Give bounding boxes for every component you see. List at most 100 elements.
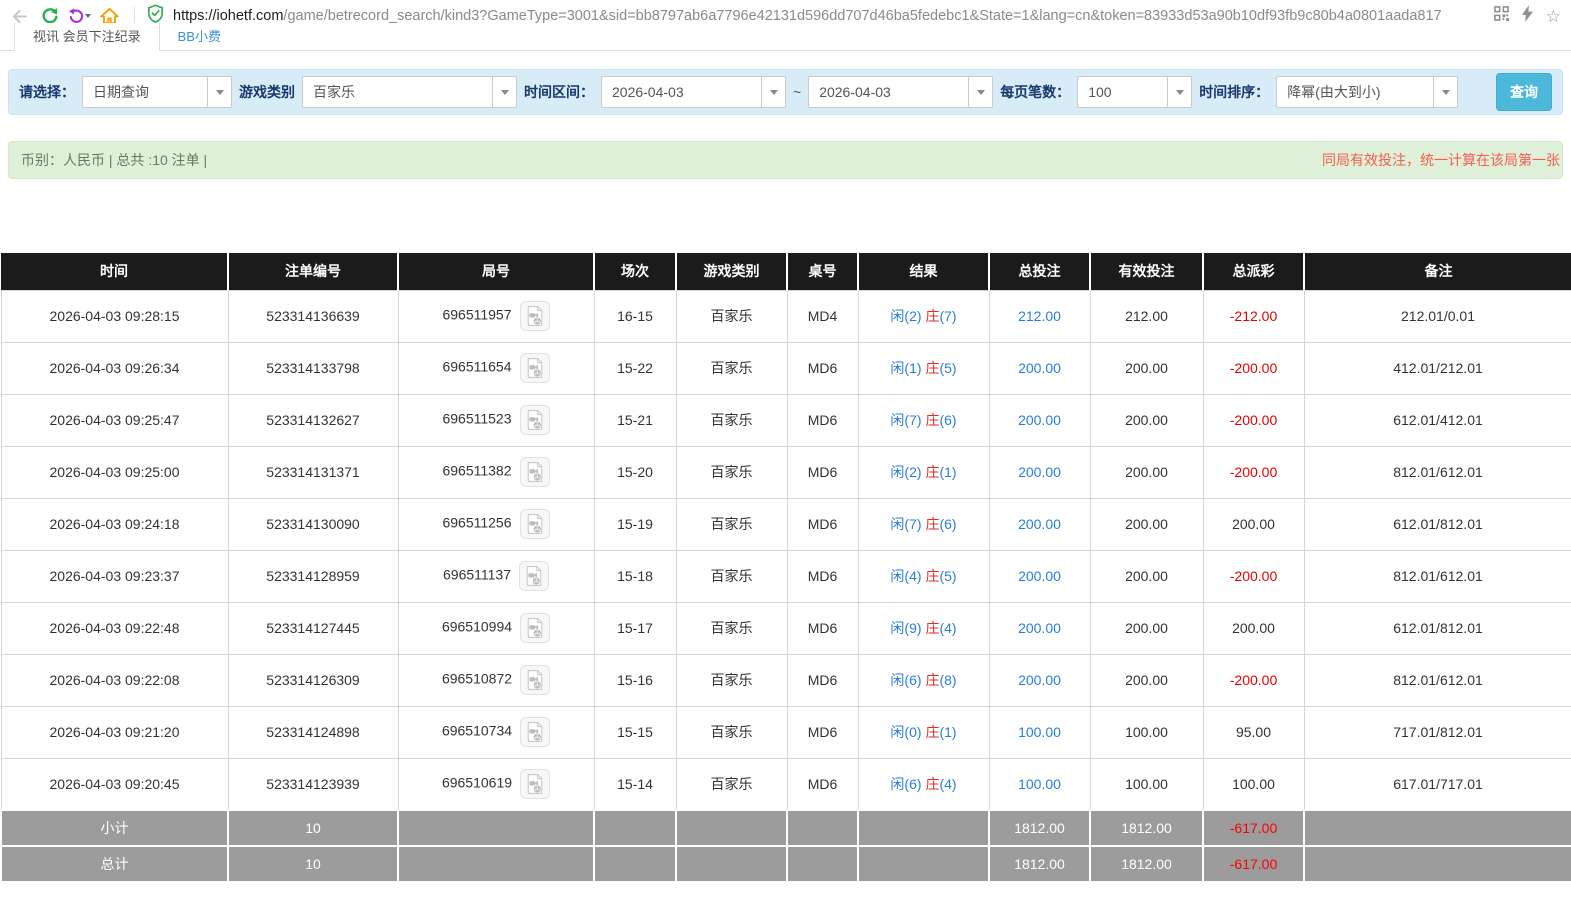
sort-order-value: 降幂(由大到小): [1287, 84, 1381, 100]
column-header: 总投注: [989, 253, 1091, 290]
result-cell: 闲(2) 庄(7): [857, 289, 990, 343]
search-button[interactable]: 查询: [1496, 73, 1552, 111]
table-code-cell: MD6: [786, 393, 859, 447]
video-replay-icon[interactable]: [519, 405, 550, 435]
url-path: /game/betrecord_search/kind3?GameType=30…: [283, 8, 1442, 24]
session-cell: 15-16: [593, 653, 677, 707]
remark-cell: 212.01/0.01: [1303, 289, 1571, 343]
payout-cell: 95.00: [1202, 705, 1305, 759]
table-header-row: 时间 注单编号 局号 场次 游戏类别 桌号 结果 总投注 有效投注 总派彩 备注: [1, 253, 1571, 290]
filter-bar: 请选择： 日期查询 游戏类别 百家乐 时间区间： 2026-04-03 ~ 20…: [8, 69, 1563, 115]
column-header: 时间: [1, 253, 229, 290]
time-cell: 2026-04-03 09:23:37: [0, 549, 229, 603]
game-category-label: 游戏类别: [239, 84, 295, 100]
query-type-select[interactable]: 日期查询: [82, 76, 232, 108]
result-banker-count: (4): [939, 620, 957, 636]
total-bet-cell[interactable]: 200.00: [988, 393, 1091, 447]
table-body: 2026-04-03 09:28:15 523314136639 6965119…: [0, 289, 1571, 811]
result-banker: 庄: [925, 775, 940, 792]
round-number: 696511137: [443, 566, 511, 583]
payout-cell: 200.00: [1202, 601, 1305, 655]
round-number: 696511957: [442, 306, 512, 323]
undo-dropdown-caret[interactable]: [85, 14, 91, 18]
bet-id-cell: 523314126309: [227, 653, 399, 707]
total-bet-cell[interactable]: 100.00: [988, 757, 1091, 811]
table-code-cell: MD6: [786, 341, 859, 395]
chevron-down-icon[interactable]: [968, 77, 992, 107]
valid-bet-cell: 100.00: [1089, 757, 1204, 811]
time-cell: 2026-04-03 09:22:08: [0, 653, 229, 707]
game-category-select[interactable]: 百家乐: [302, 76, 517, 108]
time-cell: 2026-04-03 09:25:47: [0, 393, 229, 447]
table-row: 2026-04-03 09:23:37 523314128959 6965111…: [0, 549, 1571, 603]
payout-cell: -200.00: [1202, 341, 1305, 395]
bet-id-cell: 523314128959: [227, 549, 399, 603]
video-replay-icon[interactable]: [520, 665, 551, 695]
date-from-value: 2026-04-03: [612, 84, 684, 100]
total-bet-cell[interactable]: 212.00: [988, 289, 1091, 343]
video-replay-icon[interactable]: [519, 301, 550, 331]
bookmark-star-icon[interactable]: ☆: [1546, 8, 1561, 25]
chevron-down-icon[interactable]: [761, 77, 785, 107]
result-player: 闲(2): [890, 308, 922, 324]
session-cell: 15-14: [593, 757, 677, 811]
sort-order-select[interactable]: 降幂(由大到小): [1276, 76, 1459, 108]
time-cell: 2026-04-03 09:25:00: [0, 445, 229, 499]
url-text[interactable]: https://iohetf.com/game/betrecord_search…: [173, 8, 1442, 24]
chevron-down-icon[interactable]: [1167, 77, 1191, 107]
result-cell: 闲(9) 庄(4): [857, 601, 990, 655]
empty-cell: [857, 809, 990, 847]
table-code-cell: MD6: [786, 549, 859, 603]
video-replay-icon[interactable]: [519, 353, 550, 383]
empty-cell: [786, 809, 859, 847]
date-to-value: 2026-04-03: [819, 84, 891, 100]
bet-id-cell: 523314124898: [227, 705, 399, 759]
remark-cell: 612.01/412.01: [1303, 393, 1571, 447]
video-replay-icon[interactable]: [519, 509, 550, 539]
result-banker-count: (4): [939, 775, 957, 792]
tab-bet-records[interactable]: 视讯 会员下注纪录: [14, 23, 160, 51]
video-replay-icon[interactable]: [520, 768, 551, 799]
video-replay-icon[interactable]: [519, 457, 550, 487]
video-replay-icon[interactable]: [519, 561, 549, 591]
result-cell: 闲(4) 庄(5): [857, 549, 990, 603]
total-row: 总计 10 1812.00 1812.00 -617.00: [0, 845, 1571, 883]
result-banker-count: (6): [939, 516, 957, 532]
empty-cell: [593, 809, 677, 847]
total-bet-cell[interactable]: 200.00: [988, 601, 1091, 655]
column-header: 局号: [398, 253, 595, 290]
table-code-cell: MD4: [786, 289, 859, 343]
total-bet-cell[interactable]: 200.00: [988, 341, 1091, 395]
date-to-select[interactable]: 2026-04-03: [808, 76, 994, 108]
empty-cell: [1303, 845, 1571, 883]
total-valid-bet: 1812.00: [1089, 845, 1204, 883]
total-bet-cell[interactable]: 200.00: [988, 549, 1091, 603]
tab-bb-tip[interactable]: BB小费: [160, 23, 239, 50]
total-bet-cell[interactable]: 200.00: [988, 497, 1091, 551]
result-banker: 庄: [925, 360, 940, 376]
subtotal-payout: -617.00: [1202, 809, 1305, 847]
total-bet-cell[interactable]: 200.00: [988, 445, 1091, 499]
table-code-cell: MD6: [786, 601, 859, 655]
total-bet-cell[interactable]: 100.00: [988, 705, 1091, 759]
undo-history-icon[interactable]: [68, 8, 91, 24]
game-type-cell: 百家乐: [675, 653, 788, 707]
chevron-down-icon[interactable]: [1433, 77, 1457, 107]
total-bet-cell[interactable]: 200.00: [988, 653, 1091, 707]
date-from-select[interactable]: 2026-04-03: [601, 76, 786, 108]
table-row: 2026-04-03 09:28:15 523314136639 6965119…: [0, 289, 1571, 343]
round-cell: 696511654: [397, 341, 595, 395]
qr-code-icon[interactable]: [1493, 6, 1509, 26]
chevron-down-icon[interactable]: [492, 77, 516, 107]
valid-bet-cell: 200.00: [1089, 601, 1204, 655]
game-type-cell: 百家乐: [675, 393, 788, 447]
chevron-down-icon[interactable]: [207, 77, 231, 107]
toolbar-right-icons: ☆: [1486, 5, 1561, 27]
address-bar[interactable]: https://iohetf.com/game/betrecord_search…: [147, 4, 1481, 28]
video-replay-icon[interactable]: [520, 717, 551, 747]
page-size-select[interactable]: 100: [1077, 76, 1193, 108]
result-banker-count: (1): [939, 464, 957, 480]
time-cell: 2026-04-03 09:20:45: [0, 757, 229, 811]
video-replay-icon[interactable]: [520, 613, 551, 643]
lightning-icon[interactable]: [1521, 5, 1534, 27]
